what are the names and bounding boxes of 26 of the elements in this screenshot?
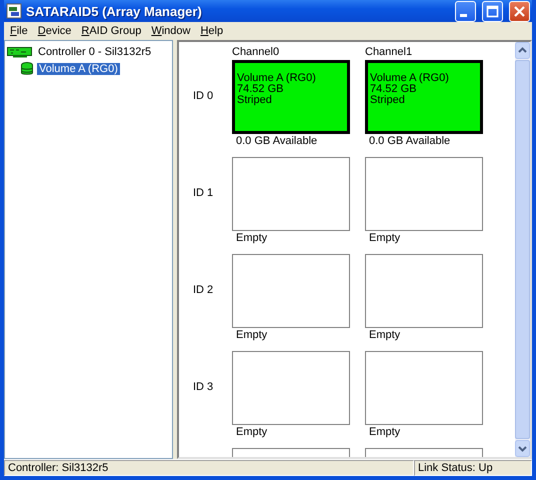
slot-caption: Empty: [235, 426, 268, 438]
slot-caption: Empty: [235, 232, 268, 244]
channel-header: Channel0: [232, 46, 280, 60]
slot-caption: 0.0 GB Available: [368, 135, 452, 147]
tree-item[interactable]: Controller 0 - Sil3132r5: [36, 46, 154, 58]
link-status: Link Status: Up: [414, 460, 532, 476]
row-label: ID 0: [193, 90, 214, 102]
menu-item[interactable]: File: [5, 25, 33, 37]
volume-slot[interactable]: Volume A (RG0) 74.52 GB Striped: [232, 60, 350, 134]
tree-item[interactable]: Volume A (RG0): [37, 62, 120, 74]
slot-caption: Empty: [368, 426, 402, 438]
slot-caption: Empty: [235, 329, 268, 341]
window-title: SATARAID5 (Array Manager): [26, 4, 203, 18]
menu-item[interactable]: RAID Group: [76, 25, 146, 37]
row-label: ID 3: [193, 381, 214, 393]
slot-caption: Empty: [368, 232, 402, 244]
channel-header: Channel1: [365, 46, 414, 60]
menu-item[interactable]: Window: [146, 25, 196, 37]
slot-caption: Empty: [368, 329, 402, 341]
volume-slot[interactable]: Volume A (RG0) 74.52 GB Striped: [365, 60, 483, 134]
slot-caption: 0.0 GB Available: [235, 135, 318, 147]
menu-item[interactable]: Help: [195, 25, 228, 37]
row-label: ID 1: [193, 187, 214, 199]
menu-item[interactable]: Device: [32, 25, 76, 37]
row-label: ID 2: [193, 284, 214, 296]
status-text: Controller: Sil3132r5: [4, 460, 414, 476]
